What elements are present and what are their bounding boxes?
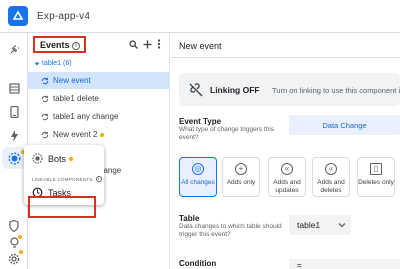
option-label: Adds and updates (273, 179, 301, 194)
events-header: Events i (28, 33, 170, 57)
event-type-help: What type of change triggers this event? (179, 126, 275, 141)
sync-icon (41, 131, 49, 138)
condition-label: Condition (179, 259, 217, 268)
info-icon[interactable]: i (95, 176, 102, 182)
gear-badge (19, 250, 23, 254)
event-item-new-event[interactable]: New event (28, 72, 169, 89)
highlight-box-empty (28, 196, 96, 218)
table-icon[interactable] (6, 80, 22, 96)
table-select-value: table1 (297, 220, 321, 230)
add-update-icon: « (281, 163, 293, 175)
event-item-label: table1 delete (53, 94, 99, 103)
option-adds-only[interactable]: + Adds only (222, 157, 260, 197)
chevron-down-icon (338, 223, 346, 228)
event-item-table1-delete[interactable]: table1 delete (28, 90, 169, 107)
option-label: Deletes only (358, 179, 394, 186)
option-deletes-only[interactable]: ▯ Deletes only (357, 157, 395, 197)
event-item-label: table1 any change (53, 112, 119, 121)
add-delete-icon: « (325, 163, 337, 175)
link-off-icon (189, 83, 203, 97)
bot-icon (32, 153, 43, 164)
bots-badge (69, 156, 74, 161)
bots-menu-item[interactable]: Bots (32, 153, 74, 164)
event-item-table1-any-change[interactable]: table1 any change (28, 108, 169, 125)
linking-banner[interactable]: Linking OFF Turn on linking to use this … (179, 73, 400, 106)
divider (171, 57, 400, 58)
option-adds-and-deletes[interactable]: « Adds and deletes (312, 157, 350, 197)
linkable-components-header: LINKABLE COMPONENTS i (32, 176, 102, 182)
sync-icon (41, 77, 49, 84)
option-adds-and-updates[interactable]: « Adds and updates (268, 157, 306, 197)
table-label: Table (179, 214, 200, 223)
phone-icon[interactable] (6, 104, 22, 120)
event-type-label: Event Type (179, 117, 222, 126)
main-panel: New event Linking OFF Turn on linking to… (171, 33, 400, 269)
search-icon[interactable] (128, 39, 138, 49)
table-select[interactable]: table1 (289, 215, 351, 235)
event-item-label: New event (53, 76, 91, 85)
linking-title: Linking OFF (210, 85, 260, 95)
option-label: Adds only (226, 179, 256, 186)
chevron-down-icon (34, 62, 40, 65)
linkable-header-label: LINKABLE COMPONENTS (32, 176, 93, 182)
event-item-label: New event 2 (53, 130, 98, 139)
option-label: Adds and deletes (317, 179, 345, 194)
plug-icon[interactable] (6, 42, 22, 58)
option-all-changes[interactable]: ◎ All changes (179, 157, 217, 197)
shield-icon[interactable] (6, 218, 22, 234)
event-type-data-change-button[interactable]: Data Change (289, 115, 400, 135)
linking-description: Turn on linking to use this component in… (272, 85, 400, 95)
option-label: All changes (181, 179, 215, 186)
globe-icon: ◎ (192, 163, 204, 175)
sync-icon (41, 95, 49, 102)
sync-icon (41, 113, 49, 120)
bulb-badge (18, 235, 22, 239)
bolt-icon[interactable] (6, 128, 22, 144)
table-group-label: table1 (6) (42, 60, 72, 67)
bots-label: Bots (48, 153, 67, 164)
top-bar: Exp-app-v4 (0, 0, 400, 33)
unsaved-dot (100, 132, 105, 137)
page-title: New event (179, 41, 222, 51)
app-logo (8, 6, 28, 26)
highlight-box-events (33, 36, 86, 53)
more-vert-icon[interactable] (154, 39, 164, 49)
app-title: Exp-app-v4 (37, 10, 91, 22)
automation-icon[interactable] (6, 150, 22, 166)
add-icon[interactable] (142, 39, 152, 49)
table-group-toggle[interactable]: table1 (6) (34, 60, 72, 67)
delete-icon: ▯ (370, 163, 382, 175)
add-icon: + (235, 163, 247, 175)
table-help: Data changes to which table should trigg… (179, 223, 282, 238)
event-item-new-event-2[interactable]: New event 2 (28, 126, 169, 143)
condition-input[interactable]: = (289, 259, 400, 269)
